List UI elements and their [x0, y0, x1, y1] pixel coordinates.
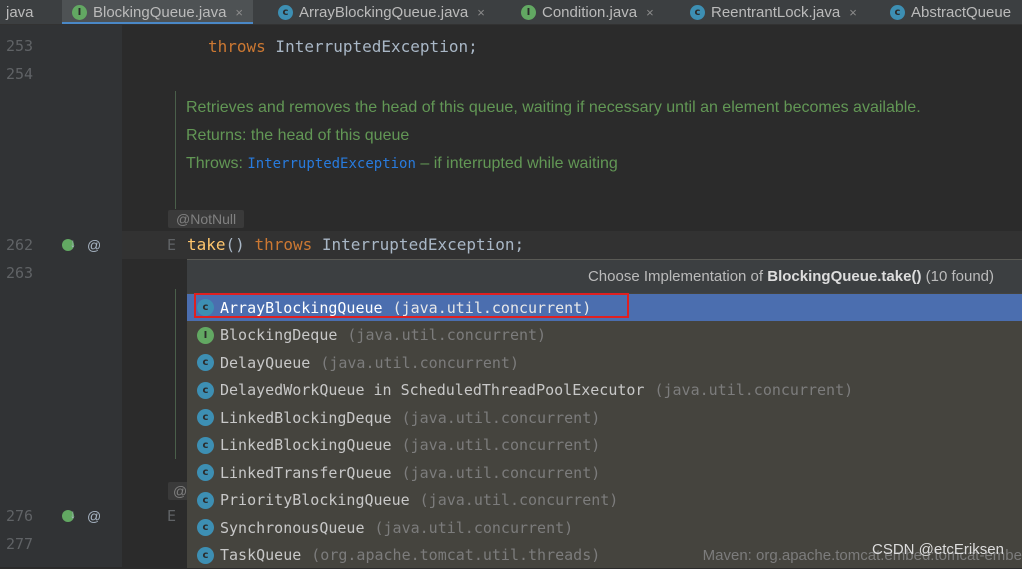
tab-label: BlockingQueue.java	[93, 3, 227, 21]
tab-reentrantlock[interactable]: c ReentrantLock.java ×	[690, 0, 857, 24]
implementation-name: LinkedTransferQueue	[220, 463, 392, 482]
close-icon[interactable]: ×	[235, 5, 243, 20]
interface-icon: I	[521, 4, 536, 20]
line-number: 253	[6, 37, 34, 55]
line-number: 263	[6, 264, 34, 282]
line-number: 276	[6, 507, 34, 525]
implementation-item[interactable]: c SynchronousQueue (java.util.concurrent)	[187, 514, 1022, 541]
implementation-name: BlockingDeque	[220, 326, 338, 344]
implementation-item[interactable]: c LinkedTransferQueue (java.util.concurren…	[187, 459, 1022, 486]
tab-condition[interactable]: I Condition.java ×	[521, 0, 654, 24]
class-icon: c	[278, 4, 293, 20]
implementation-package: (org.apache.tomcat.util.threads)	[311, 546, 601, 564]
class-icon: c	[197, 409, 214, 426]
implementation-name: TaskQueue	[220, 546, 302, 564]
popup-header: Choose Implementation of BlockingQueue.t…	[187, 260, 1022, 293]
interface-icon: I	[72, 4, 87, 20]
code-line-253: throws InterruptedException;	[208, 37, 478, 56]
implementation-item[interactable]: c LinkedBlockingDeque (java.util.concurren…	[187, 404, 1022, 431]
class-icon: c	[197, 491, 214, 509]
javadoc-block: Retrieves and removes the head of this q…	[175, 91, 926, 209]
implementation-package: (java.util.concurrent)	[347, 326, 547, 344]
doc-returns: Returns: the head of this queue	[186, 127, 410, 144]
implementation-name: DelayedWorkQueue in ScheduledThreadPoolE…	[220, 381, 645, 399]
exception-link[interactable]: InterruptedException	[247, 156, 416, 172]
implementation-name: PriorityBlockingQueue	[220, 491, 410, 509]
implementation-item[interactable]: c LinkedBlockingQueue (java.util.concurren…	[187, 432, 1022, 459]
implementation-name: LinkedBlockingQueue	[220, 436, 392, 454]
implementation-package: (java.util.concurrent)	[401, 436, 601, 454]
class-icon: c	[197, 519, 214, 536]
tab-java[interactable]: java	[6, 0, 34, 24]
implementation-name: DelayQueue	[220, 353, 311, 372]
implementation-name: SynchronousQueue	[220, 518, 365, 537]
tab-arrayblockingqueue[interactable]: c ArrayBlockingQueue.java ×	[278, 0, 485, 24]
line-number: 277	[6, 535, 34, 553]
line-number: 262	[6, 236, 34, 254]
return-type: E	[167, 507, 177, 525]
implementation-package: (java.util.concurrent)	[320, 353, 519, 372]
class-icon: c	[197, 464, 214, 481]
implementation-package: (java.util.concurrent)	[654, 381, 854, 399]
class-icon: c	[197, 546, 214, 564]
close-icon[interactable]: ×	[646, 5, 654, 20]
tab-label: AbstractQueue	[911, 3, 1012, 21]
tab-label: java	[6, 3, 34, 21]
implementation-package: (java.util.concurrent)	[401, 408, 601, 427]
tab-abstractqueue[interactable]: c AbstractQueue	[890, 0, 1011, 24]
return-type: E	[167, 236, 177, 254]
line-number: 254	[6, 65, 34, 83]
editor-tab-bar: java I BlockingQueue.java × c ArrayBlock…	[0, 0, 1022, 25]
class-icon: c	[197, 436, 214, 454]
editor-gutter: 253 254 262 263 276 277 @ @	[0, 25, 122, 567]
tab-label: Condition.java	[542, 3, 638, 21]
selection-highlight-box	[194, 293, 629, 318]
implemented-gutter-mark[interactable]: @	[62, 507, 102, 524]
implementation-name: LinkedBlockingDeque	[220, 408, 392, 427]
implementation-item[interactable]: c PriorityBlockingQueue (java.util.concurr…	[187, 487, 1022, 514]
notnull-annotation: @NotNull	[168, 210, 245, 228]
implemented-icon[interactable]	[62, 507, 76, 522]
class-icon: c	[197, 354, 214, 371]
class-icon: c	[890, 4, 905, 20]
implementation-item[interactable]: c DelayedWorkQueue in ScheduledThreadPool…	[187, 377, 1022, 404]
class-icon: c	[690, 4, 705, 20]
at-icon: @	[87, 237, 102, 253]
implementation-item[interactable]: I BlockingDeque (java.util.concurrent)	[187, 322, 1022, 349]
doc-throws: Throws: InterruptedException – if interr…	[186, 155, 618, 172]
close-icon[interactable]: ×	[477, 5, 485, 20]
implementation-package: (java.util.concurrent)	[419, 491, 619, 509]
watermark: CSDN @etcEriksen	[872, 541, 1004, 558]
choose-implementation-popup[interactable]: Choose Implementation of BlockingQueue.t…	[187, 259, 1022, 568]
implementation-item[interactable]: c ArrayBlockingQueue (java.util.concurrent…	[187, 293, 1022, 321]
class-icon: c	[197, 381, 214, 399]
doc-border	[175, 289, 176, 459]
code-line-262: take() throws InterruptedException;	[187, 235, 525, 254]
implementation-item[interactable]: c DelayQueue (java.util.concurrent)	[187, 349, 1022, 376]
tab-label: ArrayBlockingQueue.java	[299, 3, 469, 21]
implementation-package: (java.util.concurrent)	[401, 463, 601, 482]
tab-blockingqueue[interactable]: I BlockingQueue.java ×	[62, 0, 254, 24]
at-icon: @	[87, 508, 102, 524]
doc-summary: Retrieves and removes the head of this q…	[186, 99, 921, 116]
interface-icon: I	[197, 326, 214, 344]
implementation-package: (java.util.concurrent)	[374, 518, 574, 537]
tab-label: ReentrantLock.java	[711, 3, 841, 21]
implemented-gutter-mark[interactable]: @	[62, 236, 102, 253]
implemented-icon[interactable]	[62, 236, 76, 251]
close-icon[interactable]: ×	[849, 5, 857, 20]
